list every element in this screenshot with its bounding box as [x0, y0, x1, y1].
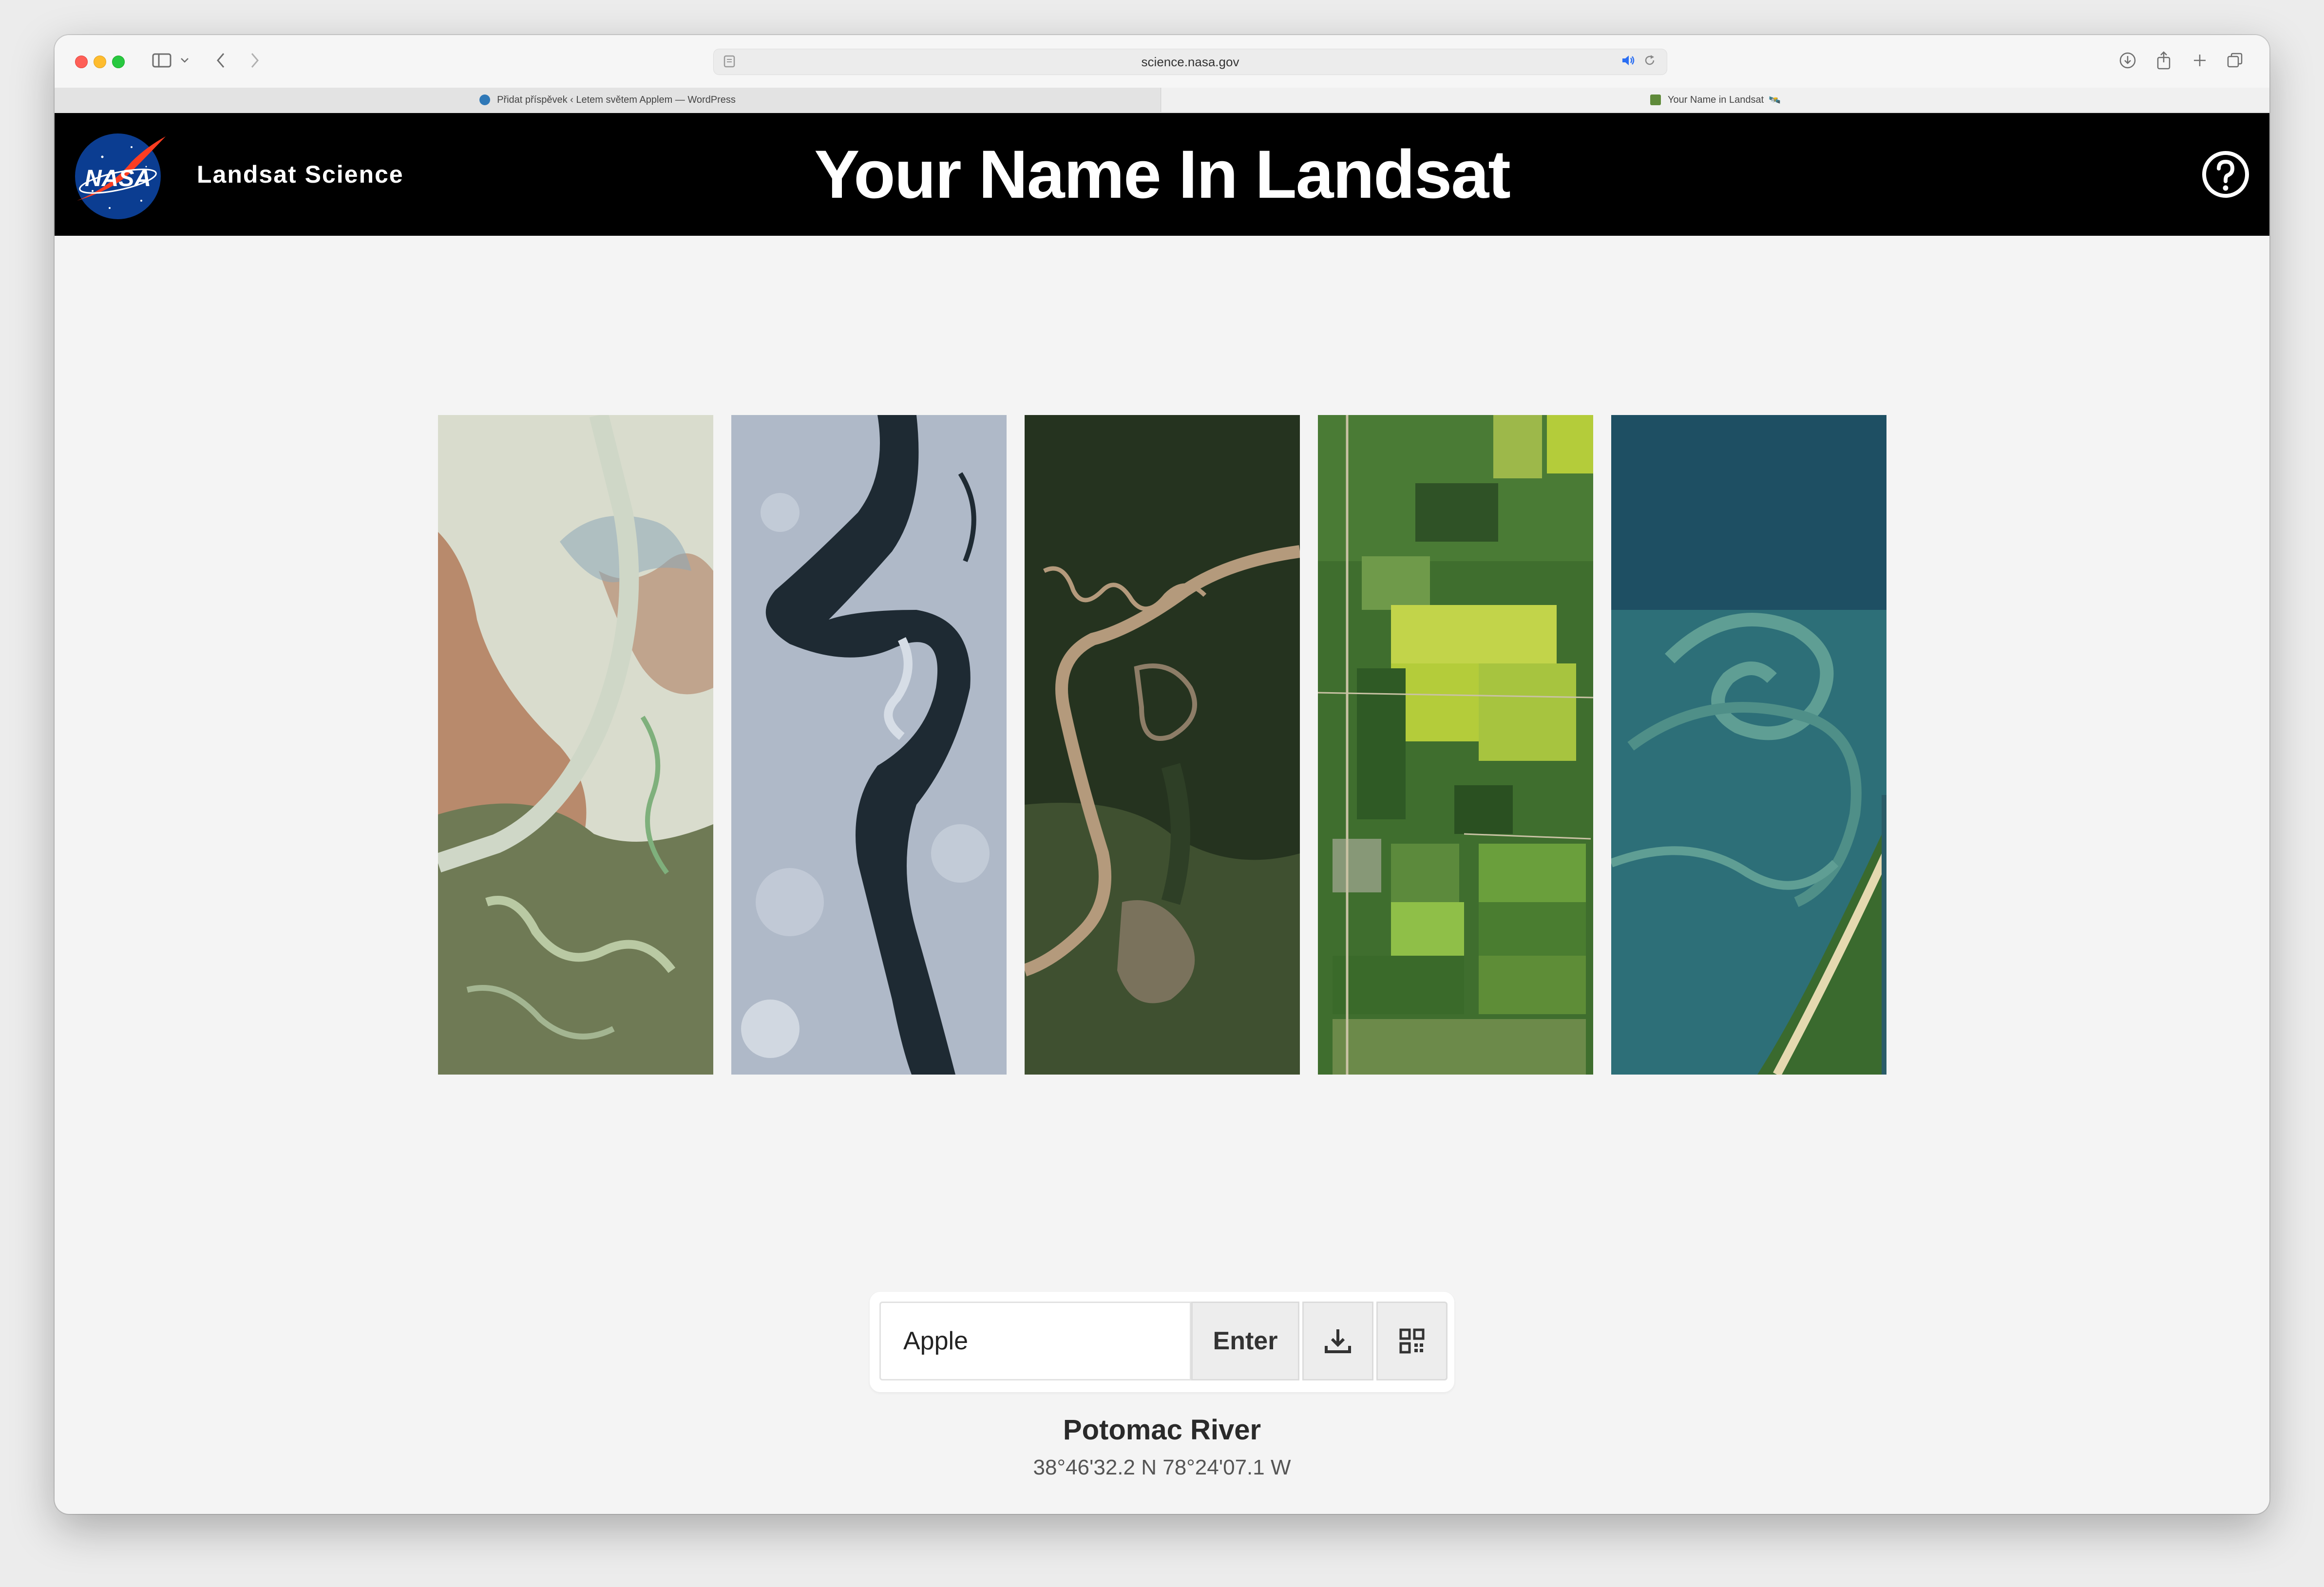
page-title: Your Name In Landsat	[814, 136, 1511, 212]
letter-image-e	[1611, 415, 1886, 1075]
letter-image-p-1	[731, 415, 1007, 1075]
download-icon	[1325, 1329, 1351, 1353]
wordpress-favicon-icon	[479, 94, 491, 105]
tab-landsat[interactable]: Your Name in Landsat 🛰️	[1162, 88, 2269, 112]
landsat-favicon-icon	[1650, 94, 1661, 105]
landsat-letters	[438, 415, 1887, 1075]
minimize-window-button[interactable]	[94, 56, 106, 68]
browser-toolbar: science.nasa.gov	[55, 35, 2269, 89]
browser-window: science.nasa.gov Přidat příspěvek ‹ Lete…	[55, 35, 2269, 1514]
url-text: science.nasa.gov	[1141, 54, 1239, 69]
tab-bar: Přidat příspěvek ‹ Letem světem Applem —…	[55, 88, 2269, 113]
sidebar-icon[interactable]	[147, 48, 176, 73]
maximize-window-button[interactable]	[112, 56, 125, 68]
letter-image-a	[438, 415, 713, 1075]
chevron-right-icon[interactable]	[243, 48, 267, 73]
close-window-button[interactable]	[75, 56, 88, 68]
name-form: Enter	[870, 1292, 1454, 1392]
tabs-overview-icon[interactable]	[2223, 48, 2247, 73]
share-icon[interactable]	[2152, 48, 2176, 73]
tab-wordpress[interactable]: Přidat příspěvek ‹ Letem světem Applem —…	[55, 88, 1161, 112]
download-circle-icon[interactable]	[2115, 48, 2140, 73]
tab-label: Přidat příspěvek ‹ Letem světem Applem —…	[497, 94, 736, 105]
qr-code-icon	[1399, 1328, 1425, 1354]
reload-icon[interactable]	[1643, 54, 1656, 70]
name-input[interactable]	[879, 1302, 1191, 1380]
satellite-emoji-icon: 🛰️	[1769, 94, 1781, 106]
letter-image-p-2	[1025, 415, 1300, 1075]
qr-code-button[interactable]	[1376, 1302, 1448, 1380]
address-bar[interactable]: science.nasa.gov	[713, 49, 1667, 75]
chevron-left-icon[interactable]	[209, 48, 233, 73]
location-coordinates: 38°46'32.2 N 78°24'07.1 W	[1033, 1455, 1291, 1479]
site-header: NASA Landsat Science Your Name In Landsa…	[55, 113, 2269, 236]
letter-image-l	[1318, 415, 1593, 1075]
chevron-down-icon[interactable]	[177, 48, 192, 73]
plus-icon[interactable]	[2188, 48, 2212, 73]
question-circle-icon[interactable]	[2200, 149, 2251, 200]
download-button[interactable]	[1302, 1302, 1373, 1380]
location-name: Potomac River	[1063, 1414, 1261, 1446]
enter-button[interactable]: Enter	[1191, 1302, 1299, 1380]
tab-label: Your Name in Landsat	[1667, 94, 1764, 105]
speaker-icon[interactable]	[1621, 54, 1636, 70]
